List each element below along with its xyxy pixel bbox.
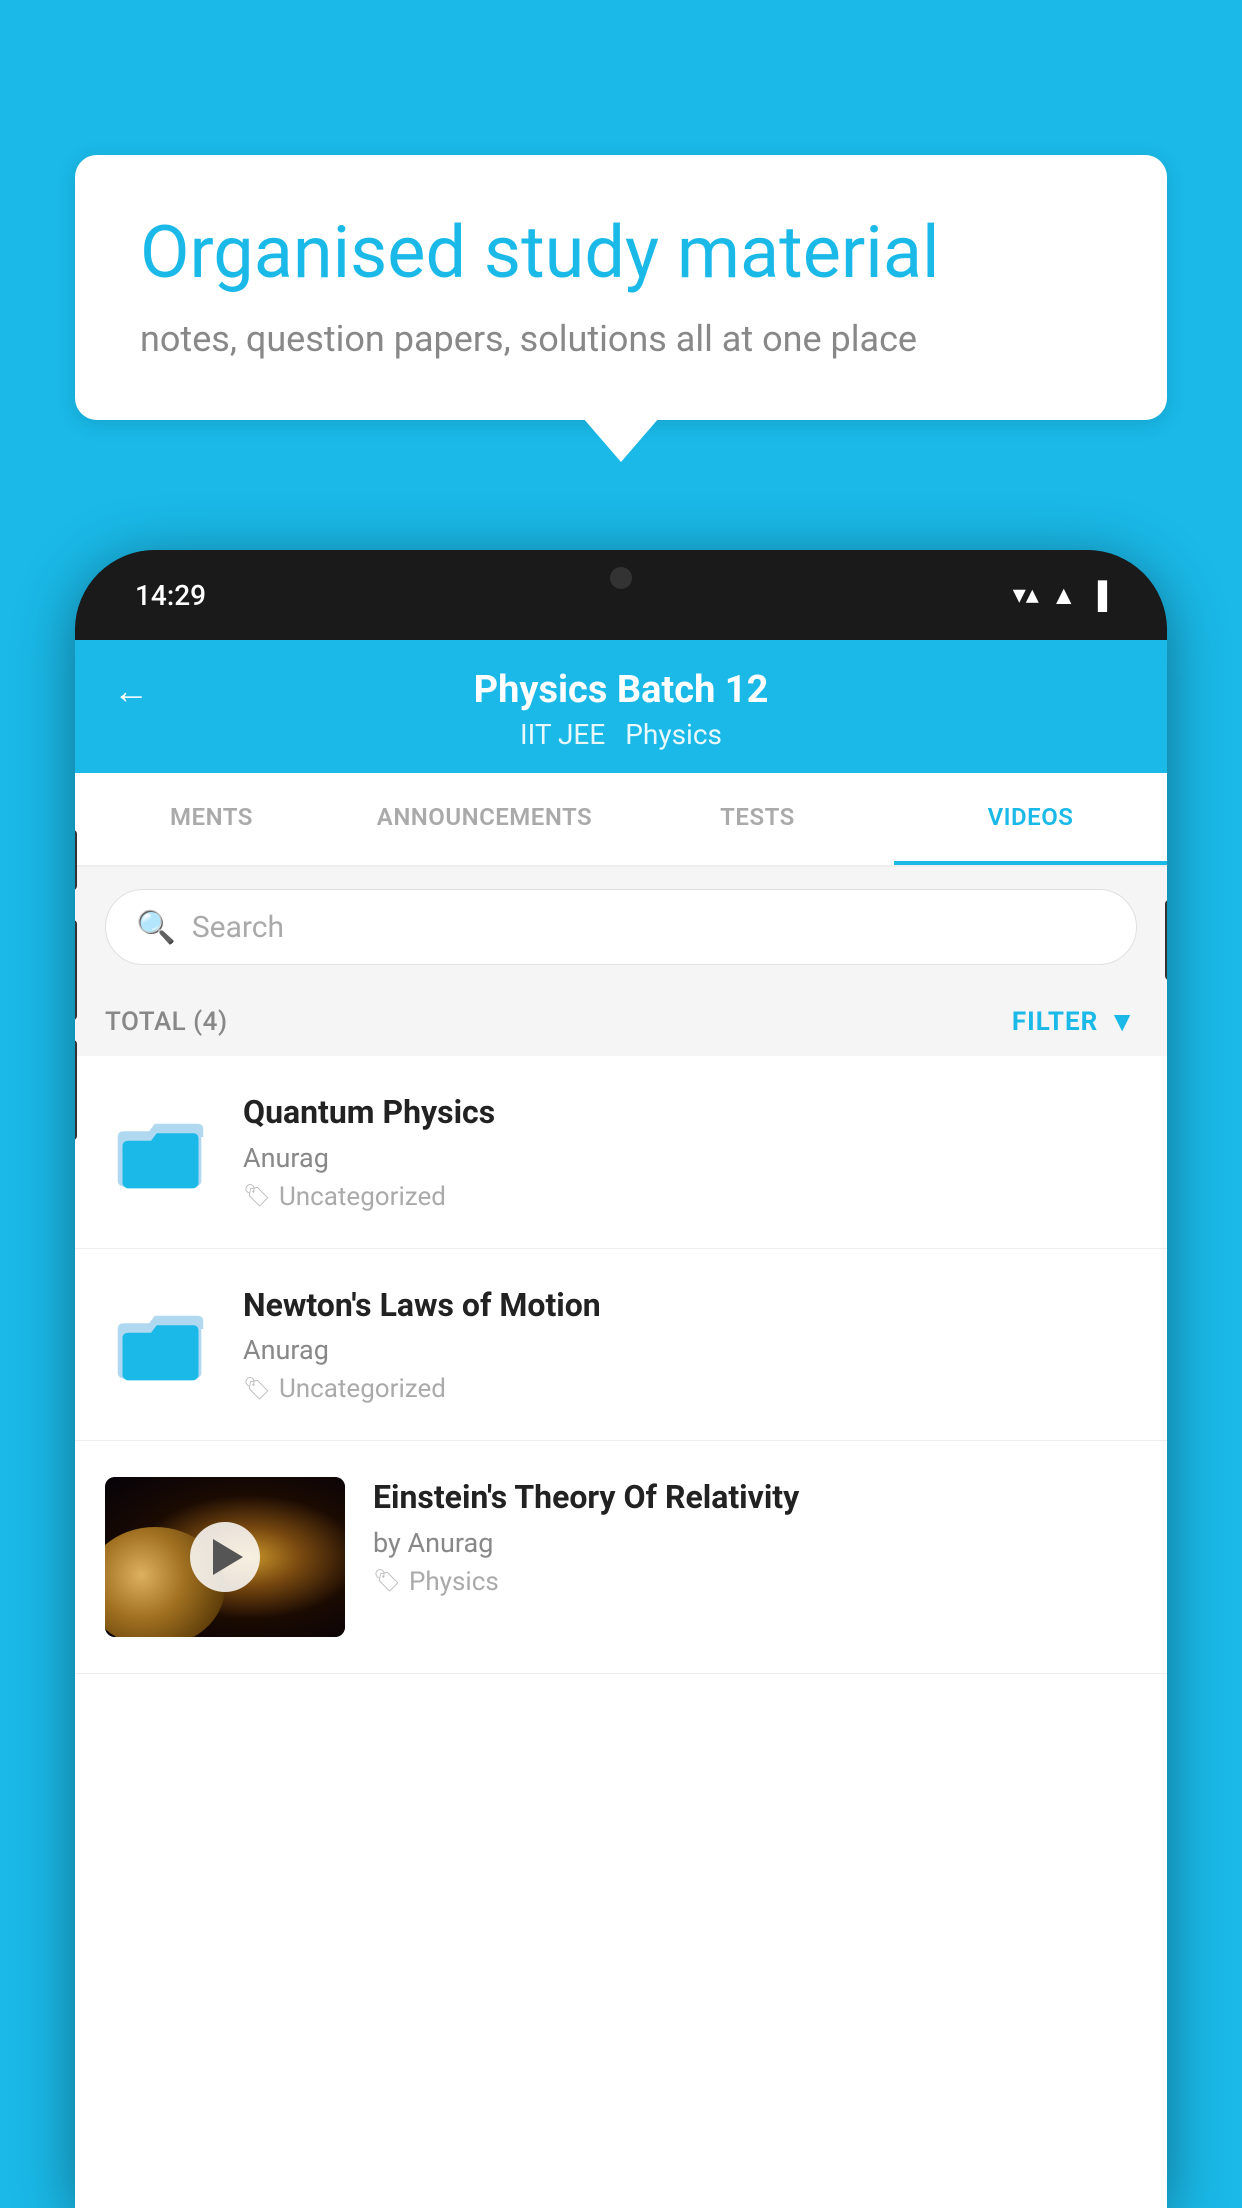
video-info: Newton's Laws of Motion Anurag 🏷 Uncateg… — [243, 1285, 1137, 1405]
volume-up-button — [75, 920, 77, 1020]
search-input-wrapper[interactable]: 🔍 Search — [105, 889, 1137, 965]
subtitle-iitjee: IIT JEE — [520, 718, 605, 751]
tab-ments[interactable]: MENTS — [75, 773, 348, 865]
tag-icon: 🏷 — [243, 1377, 271, 1402]
list-item[interactable]: Einstein's Theory Of Relativity by Anura… — [75, 1441, 1167, 1674]
video-thumbnail — [105, 1477, 345, 1637]
total-count-label: TOTAL (4) — [105, 1007, 228, 1037]
status-bar: 14:29 ▾▴ ▲ ▐ — [75, 550, 1167, 640]
play-triangle-icon — [213, 1539, 243, 1575]
tag-label: Physics — [409, 1567, 499, 1597]
tab-videos[interactable]: VIDEOS — [894, 773, 1167, 865]
video-info: Quantum Physics Anurag 🏷 Uncategorized — [243, 1092, 1137, 1212]
app-header: ← Physics Batch 12 IIT JEE Physics — [75, 640, 1167, 773]
subtitle-physics: Physics — [625, 718, 722, 751]
camera-dot — [610, 567, 632, 589]
power-button — [1165, 900, 1167, 980]
tabs-bar: MENTS ANNOUNCEMENTS TESTS VIDEOS — [75, 773, 1167, 867]
search-input[interactable]: Search — [192, 910, 284, 945]
wifi-icon: ▾▴ — [1013, 580, 1039, 610]
filter-button[interactable]: FILTER ▼ — [1012, 1005, 1137, 1038]
video-author: Anurag — [243, 1142, 1137, 1174]
tab-tests[interactable]: TESTS — [621, 773, 894, 865]
tag-icon: 🏷 — [373, 1569, 401, 1594]
video-title: Einstein's Theory Of Relativity — [373, 1477, 1137, 1519]
tag-icon: 🏷 — [243, 1184, 271, 1209]
play-button[interactable] — [190, 1522, 260, 1592]
search-icon: 🔍 — [136, 908, 176, 946]
list-item[interactable]: Quantum Physics Anurag 🏷 Uncategorized — [75, 1056, 1167, 1249]
folder-icon — [105, 1092, 215, 1202]
header-subtitle: IIT JEE Physics — [520, 718, 722, 751]
tag-label: Uncategorized — [279, 1374, 446, 1404]
video-title: Newton's Laws of Motion — [243, 1285, 1137, 1327]
phone-screen: ← Physics Batch 12 IIT JEE Physics MENTS… — [75, 640, 1167, 2208]
video-author: by Anurag — [373, 1527, 1137, 1559]
search-bar-container: 🔍 Search — [75, 867, 1167, 987]
video-tag: 🏷 Uncategorized — [243, 1374, 1137, 1404]
filter-label: FILTER — [1012, 1007, 1098, 1037]
notch — [531, 550, 711, 605]
battery-icon: ▐ — [1089, 580, 1107, 611]
video-tag: 🏷 Uncategorized — [243, 1182, 1137, 1212]
header-title: Physics Batch 12 — [474, 668, 769, 712]
status-time: 14:29 — [135, 579, 206, 612]
tab-announcements[interactable]: ANNOUNCEMENTS — [348, 773, 621, 865]
status-icons: ▾▴ ▲ ▐ — [1013, 580, 1107, 611]
list-item[interactable]: Newton's Laws of Motion Anurag 🏷 Uncateg… — [75, 1249, 1167, 1442]
mute-button — [75, 830, 77, 890]
video-author: Anurag — [243, 1334, 1137, 1366]
bubble-title: Organised study material — [140, 210, 1102, 296]
phone-frame: 14:29 ▾▴ ▲ ▐ ← Physics Batch 12 IIT JEE … — [75, 550, 1167, 2208]
back-button[interactable]: ← — [113, 670, 149, 712]
folder-icon — [105, 1285, 215, 1395]
video-info: Einstein's Theory Of Relativity by Anura… — [373, 1477, 1137, 1597]
video-list: Quantum Physics Anurag 🏷 Uncategorized — [75, 1056, 1167, 1674]
tag-label: Uncategorized — [279, 1182, 446, 1212]
video-tag: 🏷 Physics — [373, 1567, 1137, 1597]
signal-icon: ▲ — [1051, 580, 1077, 611]
bubble-subtitle: notes, question papers, solutions all at… — [140, 318, 1102, 360]
volume-down-button — [75, 1040, 77, 1140]
video-title: Quantum Physics — [243, 1092, 1137, 1134]
speech-bubble: Organised study material notes, question… — [75, 155, 1167, 420]
filter-funnel-icon: ▼ — [1108, 1005, 1137, 1038]
filter-row: TOTAL (4) FILTER ▼ — [75, 987, 1167, 1056]
